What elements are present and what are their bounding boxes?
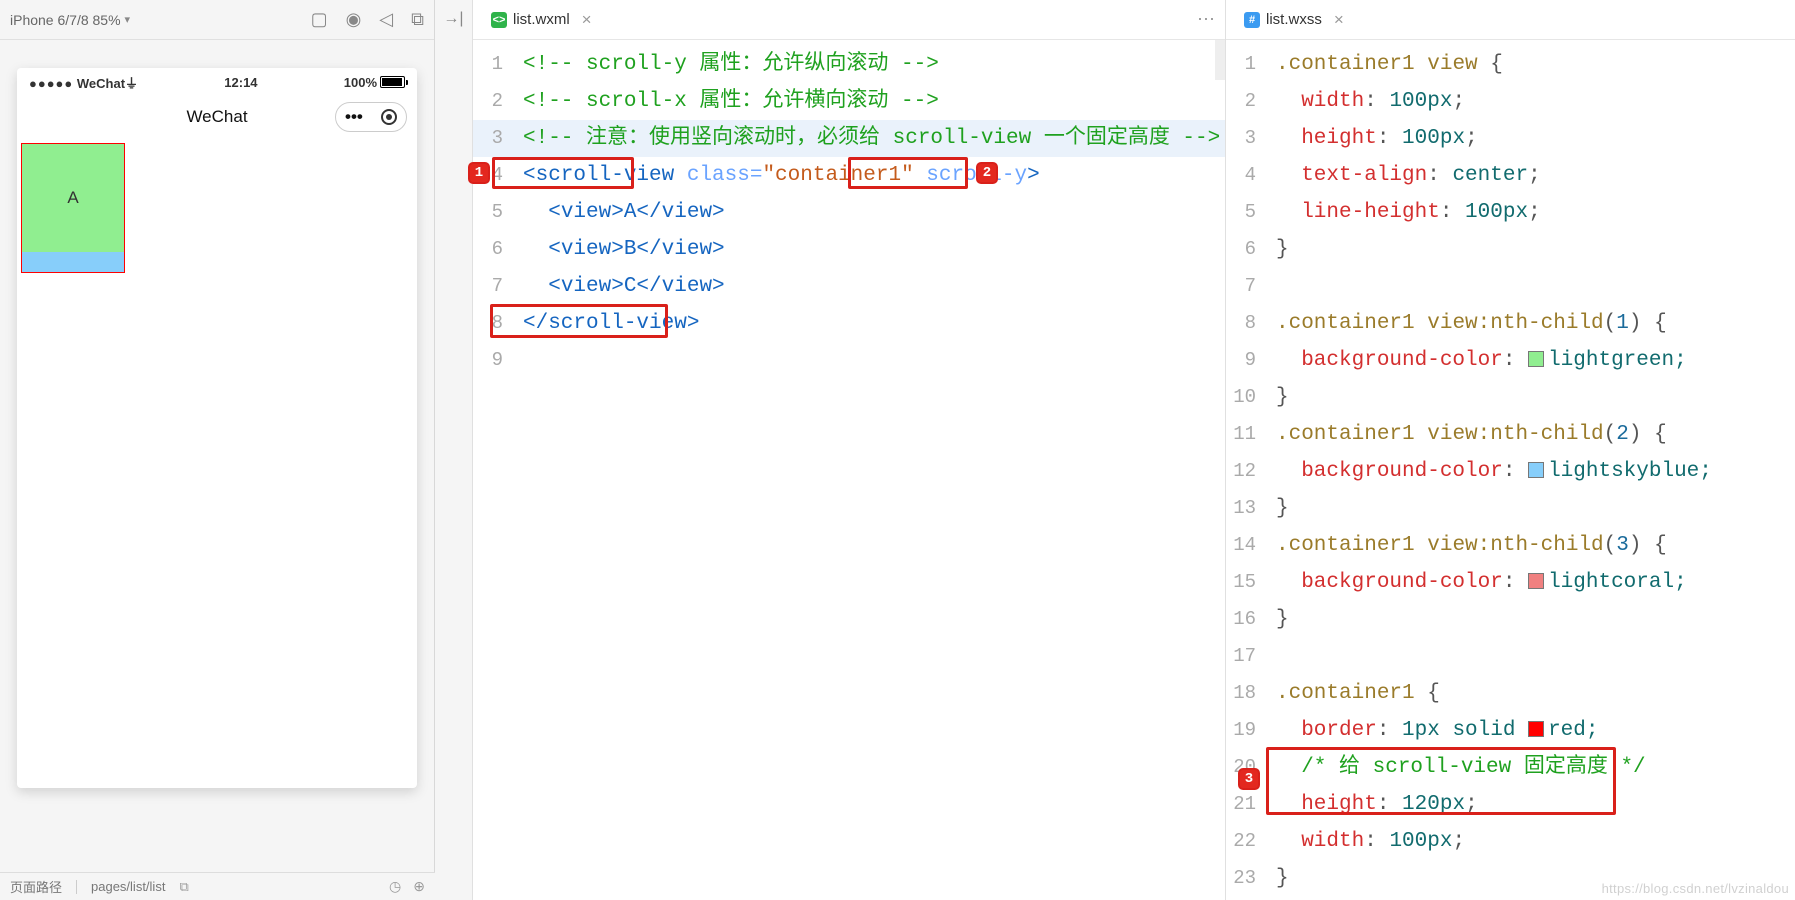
code-line: .container1 {: [1276, 675, 1440, 712]
code-line: }: [1276, 601, 1289, 638]
item-b: [22, 252, 124, 273]
editor-wxss: # list.wxss × 1.container1 view { 2 widt…: [1225, 0, 1795, 900]
scroll-view-demo[interactable]: A: [21, 143, 125, 273]
code-line: <!-- scroll-y 属性：允许纵向滚动 -->: [523, 46, 939, 83]
code-line: <view>B</view>: [523, 231, 725, 268]
watermark: https://blog.csdn.net/lvzinaldou: [1602, 881, 1789, 896]
code-line: width: 100px;: [1276, 83, 1465, 120]
code-line: .container1 view:nth-child(2) {: [1276, 416, 1667, 453]
tab-label: list.wxml: [513, 11, 570, 28]
editor-wxml: <> list.wxml × ⋯ 1<!-- scroll-y 属性：允许纵向滚…: [473, 0, 1225, 900]
tab-list-wxml[interactable]: <> list.wxml ×: [479, 0, 604, 40]
code-line: background-color: lightgreen;: [1276, 342, 1687, 379]
phone-simulator: ●●●●● WeChat ⏚ 12:14 100% WeChat ••• A: [17, 68, 417, 788]
tab-overflow-icon[interactable]: ⋯: [1197, 9, 1215, 30]
code-line: line-height: 100px;: [1276, 194, 1541, 231]
device-label: iPhone 6/7/8 85%: [10, 12, 121, 28]
item-a: A: [22, 144, 124, 252]
copy-icon[interactable]: ⧉: [179, 879, 188, 895]
code-line: border: 1px solid red;: [1276, 712, 1599, 749]
simulator-panel: iPhone 6/7/8 85% ▾ ▢ ◉ ◁ ⧉ ●●●●● WeChat …: [0, 0, 435, 900]
footer-label: 页面路径: [10, 877, 62, 896]
tabs-wxml: <> list.wxml × ⋯: [473, 0, 1225, 40]
color-swatch: [1528, 573, 1544, 589]
windows-icon[interactable]: ⧉: [411, 9, 424, 30]
back-icon[interactable]: ◁: [379, 9, 393, 30]
battery-percent: 100%: [344, 75, 377, 90]
code-line: .container1 view:nth-child(1) {: [1276, 305, 1667, 342]
code-line: height: 100px;: [1276, 120, 1478, 157]
code-line: }: [1276, 860, 1289, 897]
divider: [76, 880, 77, 894]
color-swatch: [1528, 721, 1544, 737]
minimap[interactable]: [1215, 40, 1225, 80]
device-selector[interactable]: iPhone 6/7/8 85% ▾: [10, 12, 130, 28]
code-line: }: [1276, 379, 1289, 416]
code-line: }: [1276, 231, 1289, 268]
code-line: <!-- 注意：使用竖向滚动时，必须给 scroll-view 一个固定高度 -…: [523, 120, 1220, 157]
carrier-label: WeChat: [77, 76, 125, 91]
wifi-icon: ⏚: [125, 73, 138, 92]
simulator-toolbar: iPhone 6/7/8 85% ▾ ▢ ◉ ◁ ⧉: [0, 0, 434, 40]
code-line: .container1 view {: [1276, 46, 1503, 83]
code-line: /* 给 scroll-view 固定高度 */: [1276, 749, 1646, 786]
code-line: .container1 view:nth-child(3) {: [1276, 527, 1667, 564]
code-line: width: 100px;: [1276, 823, 1465, 860]
chevron-down-icon: ▾: [125, 13, 131, 26]
footer-icon-1[interactable]: ◷: [389, 878, 401, 895]
code-line: background-color: lightskyblue;: [1276, 453, 1712, 490]
close-icon[interactable]: ×: [582, 11, 592, 28]
close-icon[interactable]: ×: [1334, 11, 1344, 28]
code-line: </scroll-view>: [523, 305, 699, 342]
record-icon[interactable]: ◉: [346, 9, 362, 30]
tabs-wxss: # list.wxss ×: [1226, 0, 1795, 40]
code-wxss[interactable]: 1.container1 view { 2 width: 100px; 3 he…: [1226, 40, 1795, 897]
layout-icon[interactable]: ▢: [311, 9, 328, 30]
signal-dots: ●●●●●: [29, 76, 73, 91]
code-line: text-align: center;: [1276, 157, 1541, 194]
footer-icon-2[interactable]: ⊕: [413, 878, 425, 895]
simulator-footer: 页面路径 pages/list/list ⧉ ◷ ⊕: [0, 872, 435, 900]
color-swatch: [1528, 462, 1544, 478]
code-wxml[interactable]: 1<!-- scroll-y 属性：允许纵向滚动 --> 2<!-- scrol…: [473, 40, 1225, 379]
tab-label: list.wxss: [1266, 11, 1322, 28]
editor-gutter: →|: [435, 0, 473, 900]
page-path[interactable]: pages/list/list: [91, 879, 165, 894]
more-icon[interactable]: •••: [345, 107, 363, 127]
nav-title: WeChat: [186, 107, 247, 127]
close-ring-icon[interactable]: [381, 109, 397, 125]
color-swatch: [1528, 351, 1544, 367]
code-line: <view>C</view>: [523, 268, 725, 305]
code-line: background-color: lightcoral;: [1276, 564, 1687, 601]
collapse-icon[interactable]: →|: [443, 10, 463, 28]
clock: 12:14: [224, 75, 257, 90]
capsule-button[interactable]: •••: [335, 102, 407, 132]
code-line: <view>A</view>: [523, 194, 725, 231]
wxss-file-icon: #: [1244, 12, 1260, 28]
wxml-file-icon: <>: [491, 12, 507, 28]
code-line: <scroll-view class="container1" scroll-y…: [523, 157, 1040, 194]
code-line: <!-- scroll-x 属性：允许横向滚动 -->: [523, 83, 939, 120]
battery-icon: [380, 76, 405, 88]
nav-bar: WeChat •••: [17, 96, 417, 138]
code-line: height: 120px;: [1276, 786, 1478, 823]
code-line: }: [1276, 490, 1289, 527]
status-bar: ●●●●● WeChat ⏚ 12:14 100%: [17, 68, 417, 96]
tab-list-wxss[interactable]: # list.wxss ×: [1232, 0, 1356, 40]
